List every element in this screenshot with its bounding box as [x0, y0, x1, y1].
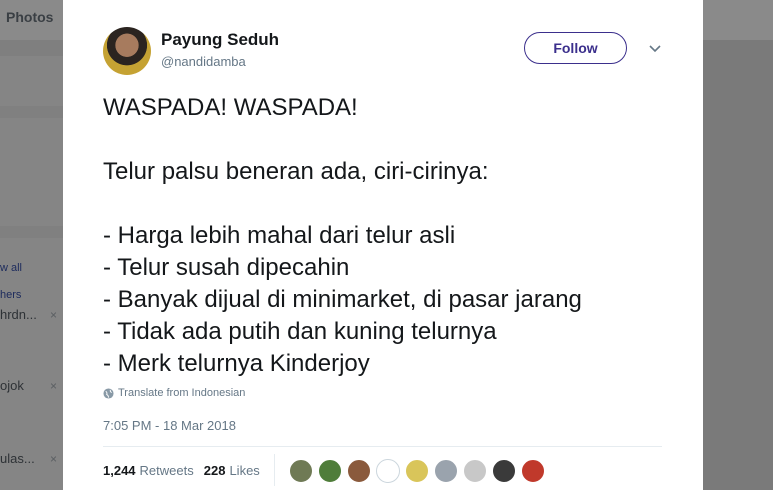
tweet-timestamp[interactable]: 7:05 PM - 18 Mar 2018: [103, 418, 236, 433]
author-name[interactable]: Payung Seduh: [161, 30, 279, 50]
likes-label: Likes: [229, 463, 260, 478]
retweets-stat[interactable]: 1,244 Retweets: [103, 463, 194, 478]
liker-avatar[interactable]: [521, 459, 545, 483]
author-handle[interactable]: @nandidamba: [161, 54, 246, 69]
tweet-text: WASPADA! WASPADA! Telur palsu beneran ad…: [103, 94, 582, 377]
chevron-down-icon[interactable]: [648, 42, 662, 56]
liker-avatar[interactable]: [318, 459, 342, 483]
likers-avatars: [289, 459, 550, 483]
likes-stat[interactable]: 228 Likes: [204, 463, 260, 478]
tweet-stats: 1,244 Retweets 228 Likes: [103, 463, 260, 478]
tweet-modal: Payung Seduh @nandidamba Follow WASPADA!…: [63, 0, 703, 490]
background-card: [0, 118, 63, 226]
translate-label: Translate from Indonesian: [118, 387, 246, 399]
liker-avatar[interactable]: [492, 459, 516, 483]
stats-separator: [274, 454, 275, 486]
divider: [103, 446, 662, 447]
dismiss-icon[interactable]: ×: [50, 379, 57, 393]
liker-avatar[interactable]: [434, 459, 458, 483]
globe-icon: [103, 387, 114, 399]
photos-tab[interactable]: Photos: [6, 9, 53, 25]
suggestion-name: ojok: [0, 378, 24, 393]
find-others-link[interactable]: hers: [0, 289, 21, 301]
avatar[interactable]: [103, 27, 151, 75]
likes-count: 228: [203, 463, 226, 478]
view-all-link[interactable]: w all: [0, 262, 22, 274]
suggestion-name: hrdn...: [0, 307, 37, 322]
follow-button[interactable]: Follow: [524, 32, 627, 64]
suggestion-name: ulas...: [0, 451, 35, 466]
retweets-count: 1,244: [103, 463, 136, 478]
liker-avatar[interactable]: [289, 459, 313, 483]
liker-avatar[interactable]: [376, 459, 400, 483]
liker-avatar[interactable]: [463, 459, 487, 483]
translate-link[interactable]: Translate from Indonesian: [103, 387, 245, 399]
liker-avatar[interactable]: [347, 459, 371, 483]
dismiss-icon[interactable]: ×: [50, 308, 57, 322]
liker-avatar[interactable]: [405, 459, 429, 483]
dismiss-icon[interactable]: ×: [50, 452, 57, 466]
background-card: [0, 56, 63, 106]
background-right-column: [703, 40, 773, 490]
retweets-label: Retweets: [139, 463, 194, 478]
